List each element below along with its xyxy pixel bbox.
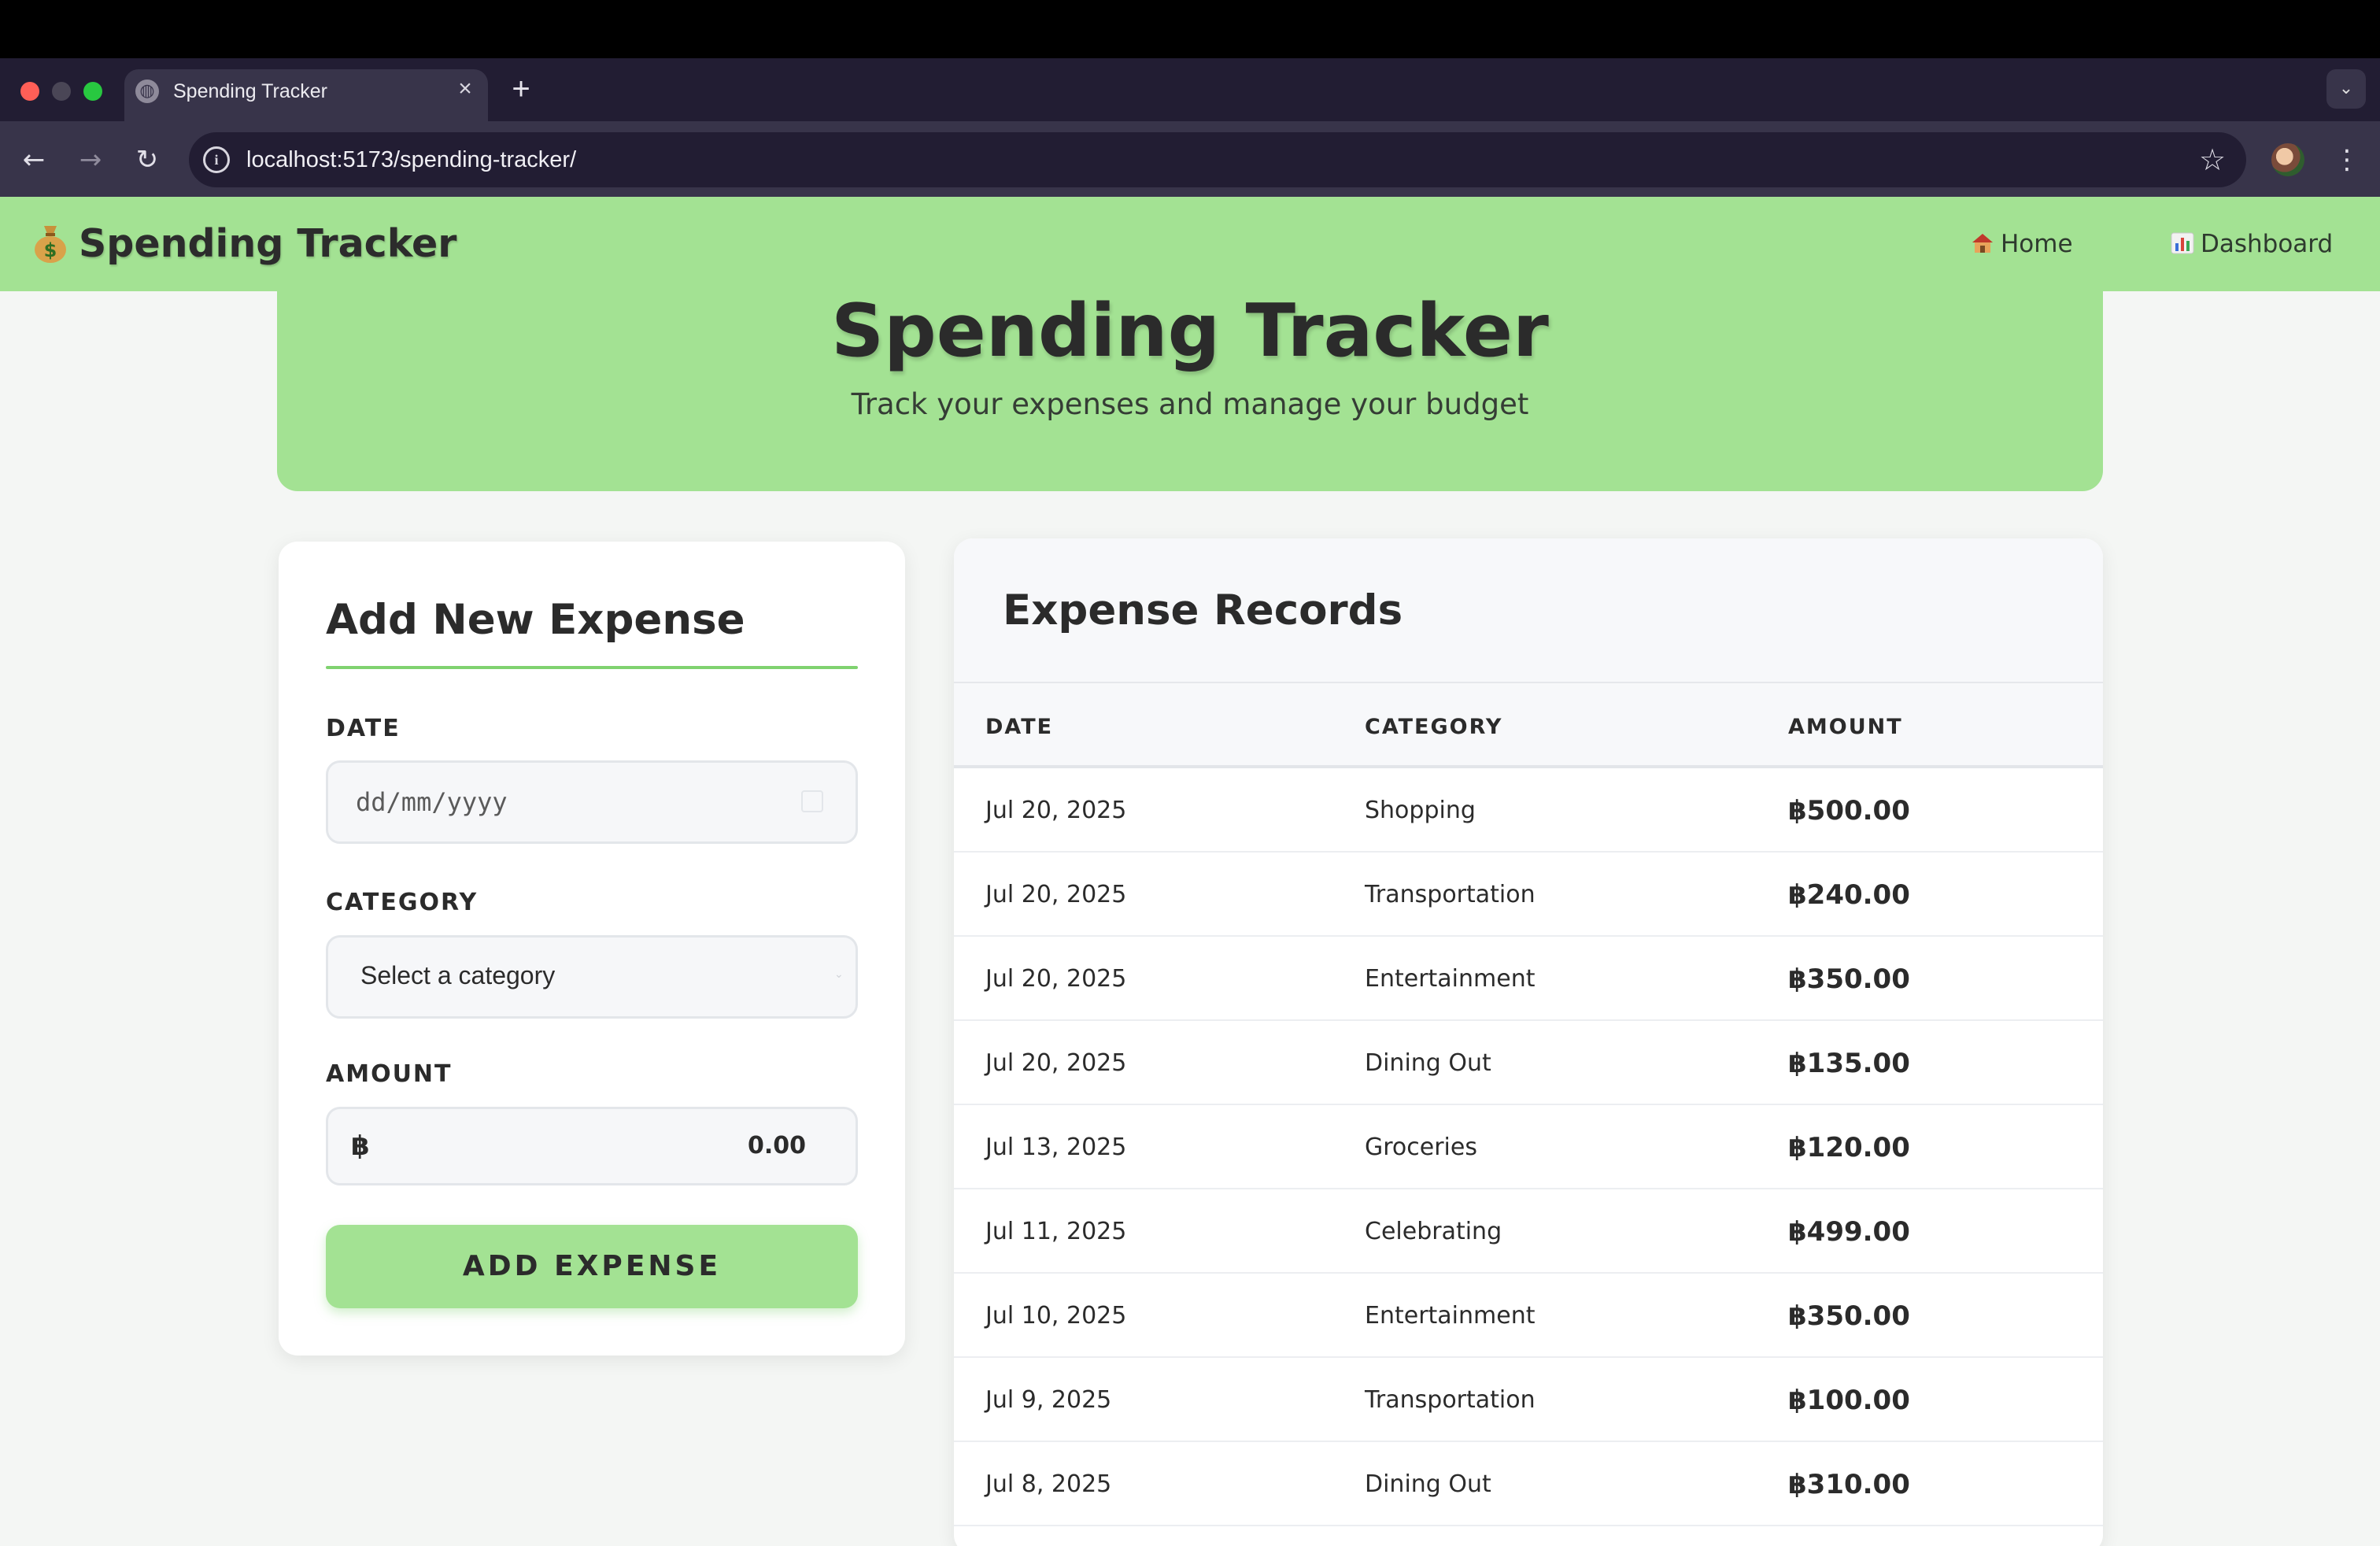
tab-title: Spending Tracker <box>173 80 327 102</box>
browser-menu-icon[interactable]: ⋮ <box>2331 142 2363 178</box>
row-category: Transportation <box>1365 1386 1536 1414</box>
minimize-window-button[interactable] <box>52 82 71 101</box>
date-placeholder: dd/mm/yyyy <box>356 787 508 817</box>
url-text[interactable]: localhost:5173/spending-tracker/ <box>246 145 576 175</box>
row-date: Jul 9, 2025 <box>985 1386 1112 1414</box>
add-expense-button[interactable]: ADD EXPENSE <box>326 1225 858 1308</box>
row-amount: ฿499.00 <box>1788 1216 1910 1248</box>
table-row[interactable]: Jul 13, 2025 Groceries ฿120.00 <box>954 1105 2103 1189</box>
nav-home-label: Home <box>2001 230 2073 258</box>
nav-home-link[interactable]: Home <box>1971 228 2073 260</box>
row-date: Jul 13, 2025 <box>985 1134 1127 1161</box>
new-tab-button[interactable]: + <box>505 73 537 105</box>
row-date: Jul 8, 2025 <box>985 1470 1112 1498</box>
row-date: Jul 20, 2025 <box>985 881 1127 908</box>
row-category: Transportation <box>1365 881 1536 908</box>
macos-menu-bar <box>0 0 2380 58</box>
row-category: Entertainment <box>1365 1302 1536 1330</box>
amount-label: AMOUNT <box>326 1060 453 1088</box>
category-selected-value: Select a category <box>360 961 556 989</box>
row-category: Groceries <box>1365 1134 1477 1161</box>
row-date: Jul 20, 2025 <box>985 965 1127 993</box>
svg-text:$: $ <box>44 239 57 261</box>
close-tab-icon[interactable]: × <box>452 76 479 102</box>
profile-avatar[interactable] <box>2271 143 2304 176</box>
column-header-date[interactable]: DATE <box>985 713 1053 742</box>
row-amount: ฿500.00 <box>1788 795 1910 827</box>
globe-icon: ◍ <box>135 80 159 103</box>
app-brand-link[interactable]: Spending Tracker <box>79 219 456 269</box>
site-info-icon[interactable]: i <box>203 146 230 173</box>
chevron-down-icon: ⌄ <box>834 968 844 981</box>
table-row[interactable]: Jul 10, 2025 Entertainment ฿350.00 <box>954 1274 2103 1358</box>
close-window-button[interactable] <box>20 82 39 101</box>
currency-symbol: ฿ <box>351 1130 370 1162</box>
title-divider <box>326 666 858 669</box>
row-date: Jul 11, 2025 <box>985 1218 1127 1245</box>
row-category: Shopping <box>1365 797 1476 824</box>
row-category: Dining Out <box>1365 1049 1491 1077</box>
reload-icon[interactable]: ↻ <box>129 142 165 178</box>
row-amount: ฿100.00 <box>1788 1385 1910 1416</box>
row-amount: ฿135.00 <box>1788 1048 1910 1079</box>
row-date: Jul 10, 2025 <box>985 1302 1127 1330</box>
row-amount: ฿240.00 <box>1788 879 1910 911</box>
table-row[interactable]: Jul 8, 2025 Dining Out ฿310.00 <box>954 1442 2103 1526</box>
calendar-icon[interactable] <box>801 790 823 812</box>
bar-chart-icon <box>2171 232 2194 254</box>
back-arrow-icon[interactable]: ← <box>16 142 52 178</box>
nav-dashboard-label: Dashboard <box>2201 230 2334 258</box>
expense-records-card: Expense Records DATE CATEGORY AMOUNT Jul… <box>954 538 2103 1546</box>
hero-subtitle: Track your expenses and manage your budg… <box>851 387 1529 421</box>
maximize-window-button[interactable] <box>83 82 102 101</box>
forward-arrow-icon[interactable]: → <box>72 142 109 178</box>
table-row[interactable]: Jul 20, 2025 Shopping ฿500.00 <box>954 768 2103 853</box>
records-header: Expense Records <box>954 538 2103 683</box>
money-bag-icon: $ <box>35 226 66 263</box>
row-date: Jul 20, 2025 <box>985 797 1127 824</box>
amount-placeholder: 0.00 <box>747 1132 806 1160</box>
nav-dashboard-link[interactable]: Dashboard <box>2171 228 2333 260</box>
category-label: CATEGORY <box>326 889 479 916</box>
row-amount: ฿120.00 <box>1788 1132 1910 1163</box>
table-header-row <box>954 683 2103 768</box>
row-category: Celebrating <box>1365 1218 1502 1245</box>
tab-search-chevron-icon[interactable]: ⌄ <box>2326 69 2366 109</box>
row-amount: ฿350.00 <box>1788 963 1910 995</box>
table-row[interactable]: Jul 20, 2025 Dining Out ฿135.00 <box>954 1021 2103 1105</box>
row-category: Entertainment <box>1365 965 1536 993</box>
table-row[interactable]: Jul 11, 2025 Celebrating ฿499.00 <box>954 1189 2103 1274</box>
table-row[interactable]: Jul 20, 2025 Entertainment ฿350.00 <box>954 937 2103 1021</box>
table-row[interactable]: Jul 9, 2025 Transportation ฿100.00 <box>954 1358 2103 1442</box>
add-expense-title: Add New Expense <box>326 596 745 644</box>
column-header-amount[interactable]: AMOUNT <box>1788 713 1903 742</box>
house-icon <box>1972 234 1993 253</box>
row-amount: ฿310.00 <box>1788 1469 1910 1500</box>
row-date: Jul 20, 2025 <box>985 1049 1127 1077</box>
records-title: Expense Records <box>1003 586 1403 634</box>
table-body: Jul 20, 2025 Shopping ฿500.00 Jul 20, 2025 T… <box>954 768 2103 1526</box>
row-category: Dining Out <box>1365 1470 1491 1498</box>
table-row[interactable]: Jul 20, 2025 Transportation ฿240.00 <box>954 853 2103 937</box>
bookmark-star-icon[interactable]: ☆ <box>2193 140 2232 179</box>
hero-title: Spending Tracker <box>831 288 1549 373</box>
column-header-category[interactable]: CATEGORY <box>1365 713 1502 742</box>
date-label: DATE <box>326 715 401 742</box>
row-amount: ฿350.00 <box>1788 1300 1910 1332</box>
